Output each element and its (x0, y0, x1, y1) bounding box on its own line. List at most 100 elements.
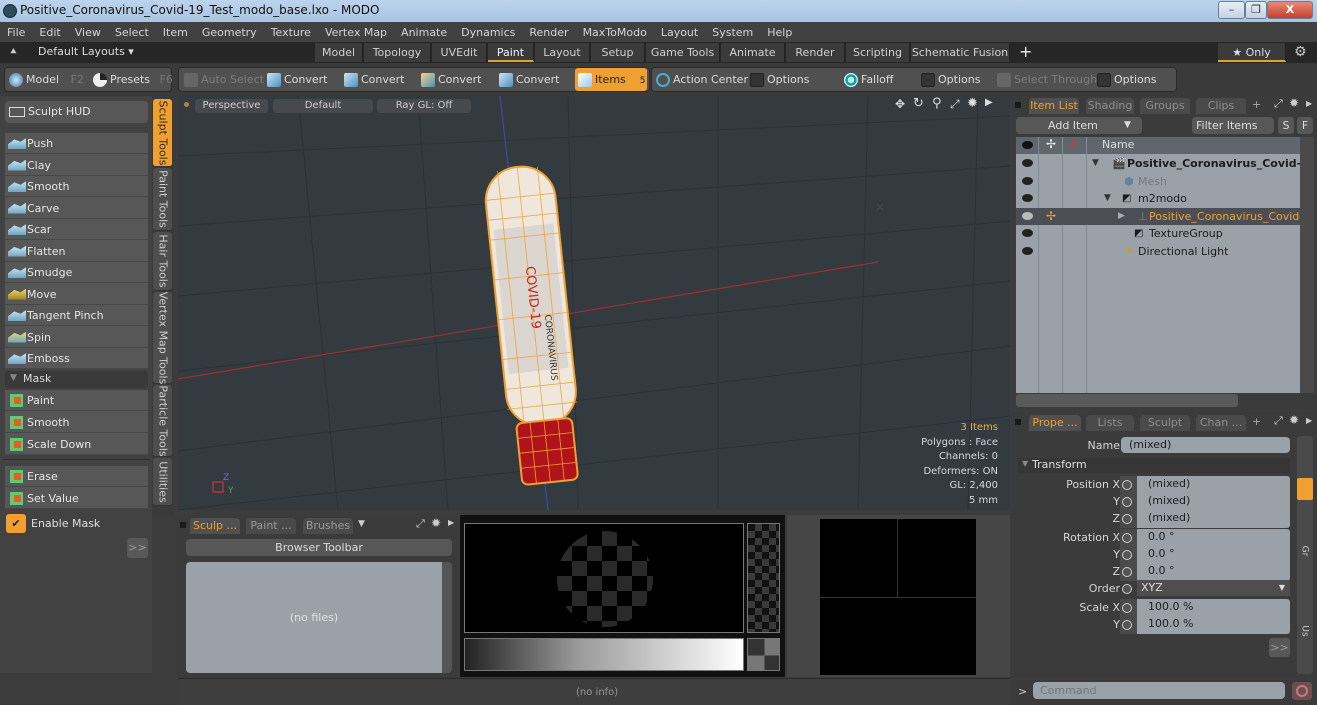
expand-icon[interactable]: ▶ (1118, 208, 1125, 225)
position-z-keyframe[interactable] (1122, 514, 1132, 524)
tool-scar[interactable]: Scar (5, 219, 148, 240)
arrow-icon[interactable]: ▶ (1306, 99, 1312, 108)
shading-dropdown[interactable]: Default (273, 99, 373, 113)
tab-uvedit[interactable]: UVEdit (432, 43, 487, 62)
tab-sculpt-presets[interactable]: Sculp ... (190, 518, 240, 534)
tab-topology[interactable]: Topology (364, 43, 431, 62)
transform-section-header[interactable]: ▼ Transform (1018, 458, 1290, 473)
falloff-options-button[interactable]: Options (921, 68, 980, 91)
viewport-menu-icon[interactable] (184, 102, 189, 107)
mask-smooth[interactable]: Smooth (5, 412, 148, 433)
tab-layout[interactable]: Layout (535, 43, 590, 62)
tab-lists[interactable]: Lists (1086, 415, 1134, 431)
expand-icon[interactable]: ▼ (1092, 155, 1099, 172)
add-item-dropdown[interactable]: Add Item ▼ (1016, 117, 1142, 134)
raygl-dropdown[interactable]: Ray GL: Off (377, 99, 471, 113)
panel-menu-icon[interactable] (1015, 102, 1021, 108)
tool-push[interactable]: Push (5, 133, 148, 154)
tool-emboss[interactable]: Emboss (5, 348, 148, 369)
mask-paint[interactable]: Paint (5, 390, 148, 411)
tabs-dropdown-icon[interactable]: ▼ (358, 519, 365, 529)
vtab-paint-tools[interactable]: Paint Tools (153, 168, 172, 231)
tool-tangent-pinch[interactable]: Tangent Pinch (5, 305, 148, 326)
scale-x-field[interactable]: 100.0 % (1142, 599, 1290, 615)
vtab-sculpt-tools[interactable]: Sculpt Tools (153, 99, 172, 167)
browser-toolbar-button[interactable]: Browser Toolbar (186, 539, 452, 556)
add-tab-icon[interactable]: + (1252, 98, 1261, 111)
mask-section-header[interactable]: ▼ Mask (5, 371, 148, 388)
falloff-button[interactable]: Falloff (844, 68, 893, 91)
eye-icon[interactable] (1022, 246, 1033, 255)
tool-smudge[interactable]: Smudge (5, 262, 148, 283)
tab-animate[interactable]: Animate (721, 43, 785, 62)
tool-flatten[interactable]: Flatten (5, 240, 148, 262)
arrow-icon[interactable]: ▶ (1306, 416, 1312, 425)
add-tab-icon[interactable]: + (1252, 415, 1261, 428)
default-layouts-dropdown[interactable]: Default Layouts ▾ (38, 45, 134, 58)
close-button[interactable]: X (1267, 1, 1313, 19)
rotation-x-keyframe[interactable] (1122, 533, 1132, 543)
tool-clay[interactable]: Clay (5, 154, 148, 176)
gear-icon[interactable]: ⚙ (1294, 44, 1307, 60)
action-center-button[interactable]: Action Center (656, 68, 748, 91)
position-z-field[interactable]: (mixed) (1142, 510, 1290, 526)
tab-brushes[interactable]: Brushes (303, 518, 353, 534)
expand-icon[interactable]: ▼ (1104, 190, 1111, 207)
menu-animate[interactable]: Animate (394, 26, 454, 39)
order-dropdown[interactable]: XYZ ▼ (1137, 580, 1290, 596)
tree-row-mesh[interactable]: ⬢ Mesh (1016, 173, 1300, 191)
rotation-y-keyframe[interactable] (1122, 550, 1132, 560)
tab-properties[interactable]: Prope ... (1029, 415, 1081, 431)
menu-system[interactable]: System (705, 26, 760, 39)
tool-spin[interactable]: Spin (5, 326, 148, 348)
restore-button[interactable]: ❐ (1245, 1, 1267, 19)
arrow-icon[interactable]: ▶ (448, 518, 454, 527)
tab-sculpt[interactable]: Sculpt (1140, 415, 1190, 431)
side-tab-us[interactable]: Us (1300, 625, 1310, 636)
viewport-arrow-icon[interactable]: ▶ (985, 97, 993, 108)
menu-dynamics[interactable]: Dynamics (454, 26, 522, 39)
menu-render[interactable]: Render (522, 26, 575, 39)
mask-set-value[interactable]: Set Value (5, 488, 148, 509)
tree-vscrollbar[interactable] (1300, 137, 1314, 393)
minimize-button[interactable]: – (1218, 1, 1245, 19)
auto-select-button[interactable]: Auto Select (184, 68, 264, 91)
eye-icon[interactable] (1022, 159, 1033, 167)
presets-button[interactable]: Presets F6 (93, 68, 173, 91)
scale-y-keyframe[interactable] (1122, 620, 1132, 630)
menu-edit[interactable]: Edit (32, 26, 67, 39)
select-through-button[interactable]: Select Through (997, 68, 1097, 91)
convert-materials-button[interactable]: Convert (499, 68, 560, 91)
tree-row-scene[interactable]: ▼ 🎬 Positive_Coronavirus_Covid-... (1016, 155, 1314, 173)
eye-icon[interactable] (1022, 194, 1033, 202)
menu-file[interactable]: File (0, 26, 32, 39)
menu-layout[interactable]: Layout (654, 26, 705, 39)
tab-scripting[interactable]: Scripting (846, 43, 910, 62)
tool-carve[interactable]: Carve (5, 197, 148, 219)
eye-icon[interactable] (1022, 176, 1033, 185)
tab-render[interactable]: Render (786, 43, 845, 62)
tab-clips[interactable]: Clips (1196, 98, 1246, 114)
panel-menu-icon[interactable] (1015, 419, 1021, 425)
tab-channels[interactable]: Chan ... (1196, 415, 1246, 431)
gear-icon[interactable]: ✹ (431, 516, 441, 530)
name-field[interactable]: (mixed) (1121, 437, 1290, 453)
record-button[interactable] (1292, 682, 1312, 700)
command-input[interactable] (1033, 682, 1285, 699)
mask-scale-down[interactable]: Scale Down (5, 434, 148, 455)
tab-item-list[interactable]: Item List (1029, 98, 1079, 114)
menu-help[interactable]: Help (760, 26, 799, 39)
maximize-icon[interactable]: ⤢ (1274, 414, 1283, 428)
tab-game-tools[interactable]: Game Tools (646, 43, 720, 62)
convert-vertices-button[interactable]: Convert (267, 68, 328, 91)
action-center-options-button[interactable]: Options (750, 68, 809, 91)
menu-vertex-map[interactable]: Vertex Map (318, 26, 394, 39)
3d-viewport[interactable]: × COVID-19 CORONAVIRUS Z Y Perspective D… (178, 96, 1010, 510)
rotation-y-field[interactable]: 0.0 ° (1142, 546, 1290, 562)
tree-hscrollbar[interactable] (1016, 394, 1238, 407)
maximize-icon[interactable]: ⤢ (950, 97, 960, 112)
vtab-vertex-map-tools[interactable]: Vertex Map Tools (153, 291, 172, 384)
tree-row-m2modo[interactable]: ▼ ◩ m2modo (1016, 190, 1300, 208)
tool-move[interactable]: Move (5, 283, 148, 305)
maximize-icon[interactable]: ⤢ (416, 517, 425, 531)
